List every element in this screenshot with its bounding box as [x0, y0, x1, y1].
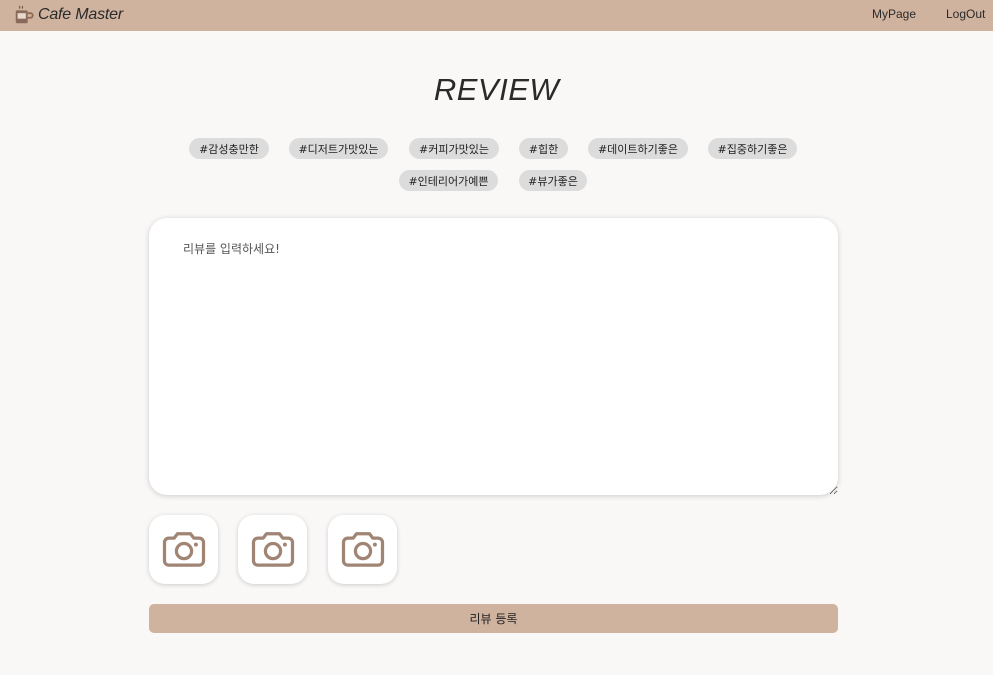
mypage-link[interactable]: MyPage	[872, 7, 916, 21]
top-navbar: Cafe Master MyPage LogOut	[0, 0, 993, 31]
logout-link[interactable]: LogOut	[946, 7, 985, 21]
tag-button[interactable]: #디저트가맛있는	[289, 138, 388, 159]
camera-icon	[162, 531, 205, 567]
page-title: REVIEW	[433, 72, 560, 107]
photo-upload-button[interactable]	[149, 515, 218, 584]
coffee-cup-icon	[15, 5, 34, 24]
tag-button[interactable]: #힙한	[519, 138, 568, 159]
tag-button[interactable]: #감성충만한	[189, 138, 269, 159]
tag-button[interactable]: #집중하기좋은	[708, 138, 797, 159]
tag-button[interactable]: #커피가맛있는	[409, 138, 499, 159]
photo-upload-button[interactable]	[328, 515, 397, 584]
tag-button[interactable]: #인테리어가예쁜	[399, 170, 498, 191]
tag-button[interactable]: #뷰가좋은	[519, 170, 587, 191]
brand-logo[interactable]: Cafe Master	[13, 2, 123, 28]
camera-icon	[251, 531, 294, 567]
tag-button[interactable]: #데이트하기좋은	[588, 138, 688, 159]
photo-upload-button[interactable]	[238, 515, 307, 584]
submit-review-button[interactable]: 리뷰 등록	[149, 604, 838, 633]
review-textarea[interactable]	[149, 218, 838, 495]
brand-name: Cafe Master	[38, 6, 123, 23]
camera-icon	[341, 531, 384, 567]
